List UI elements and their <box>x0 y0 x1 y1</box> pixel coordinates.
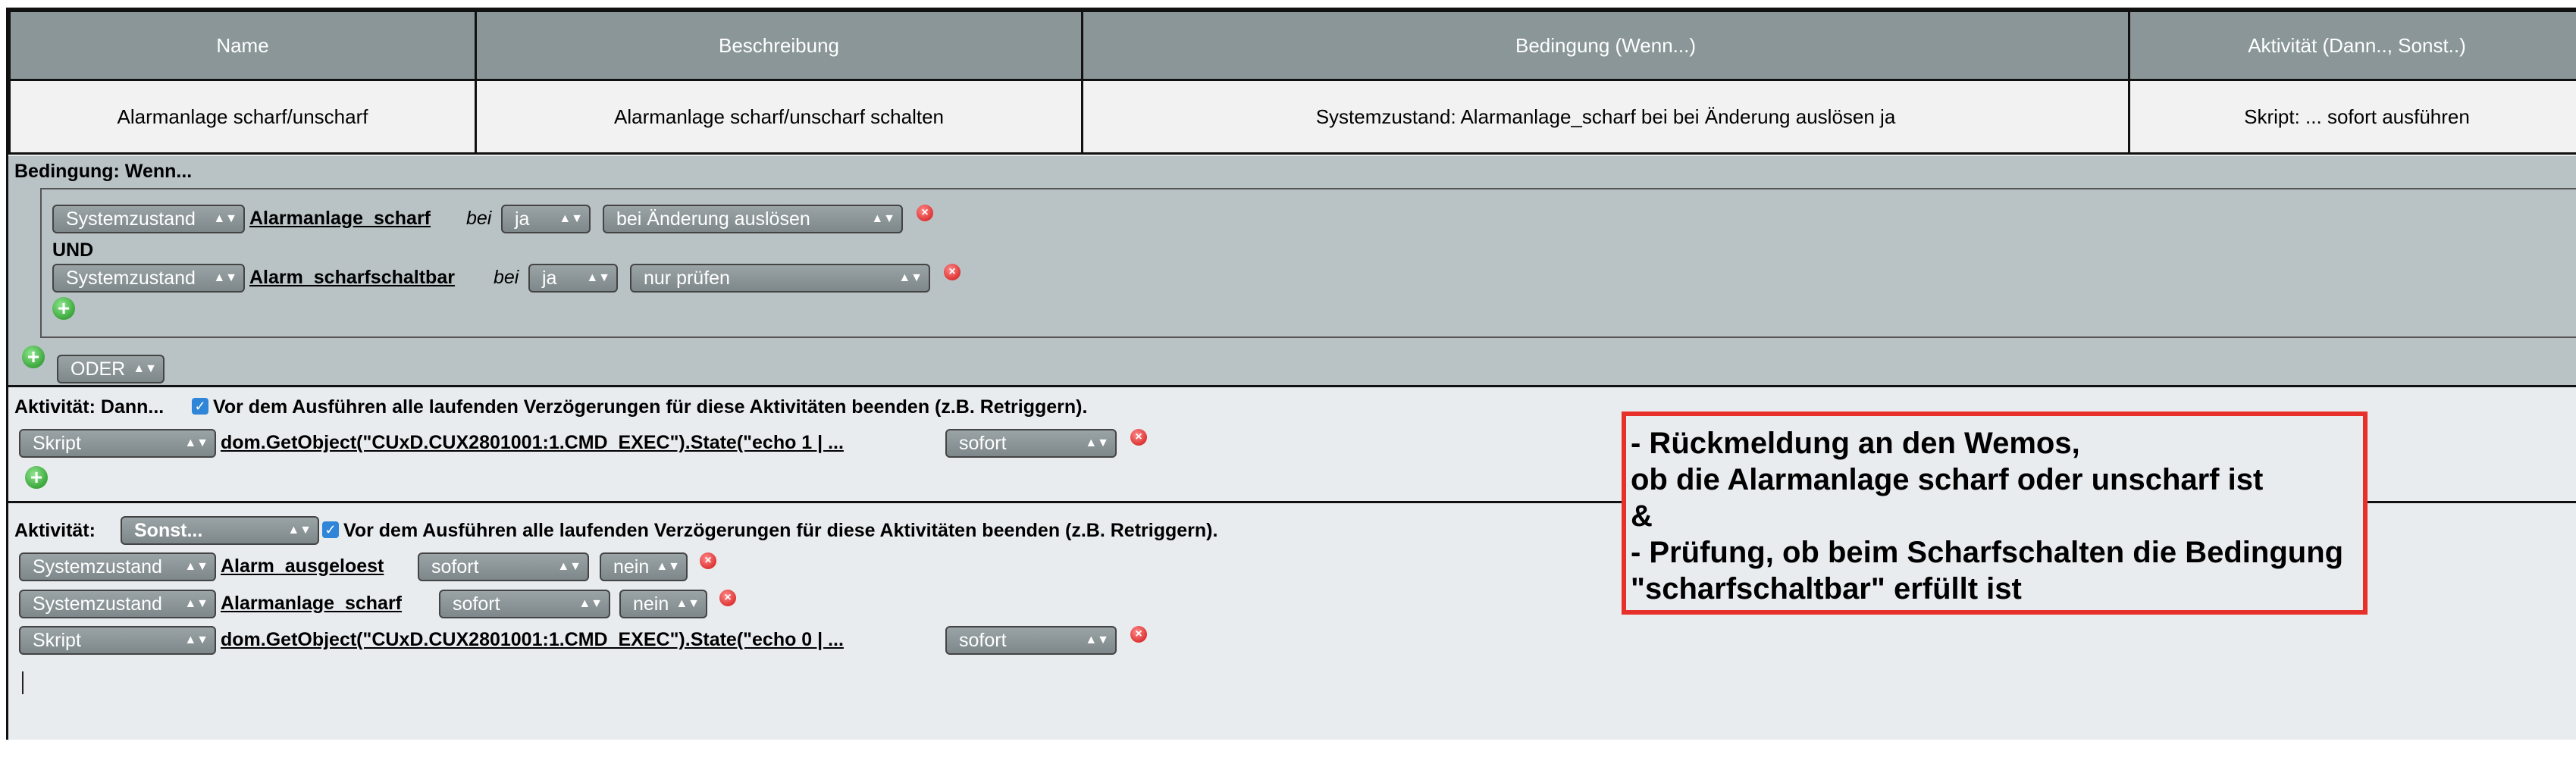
chevron-updown-icon: ▲▼ <box>184 560 208 573</box>
sonst-2-name-link[interactable]: Alarmanlage_scharf <box>221 593 402 615</box>
chevron-updown-icon: ▲▼ <box>586 271 610 284</box>
chevron-updown-icon: ▲▼ <box>184 597 208 610</box>
chevron-updown-icon: ▲▼ <box>1085 437 1109 449</box>
program-editor: Name Beschreibung Bedingung (Wenn...) Ak… <box>6 8 2576 740</box>
cell-activity: Skript: ... sofort ausführen <box>2128 79 2576 155</box>
chevron-updown-icon: ▲▼ <box>898 271 923 284</box>
annotation-box: - Rückmeldung an den Wemos, ob die Alarm… <box>1622 412 2368 615</box>
chevron-updown-icon: ▲▼ <box>184 634 208 646</box>
checkbox-checked-icon[interactable]: ✓ <box>322 521 339 538</box>
condition-section: Bedingung: Wenn... Systemzustand ▲▼ Alarm… <box>8 156 2576 387</box>
cell-name[interactable]: Alarmanlage scharf/unscharf <box>8 79 477 155</box>
header-description: Beschreibung <box>475 10 1083 81</box>
sonst-1-value-select[interactable]: nein ▲▼ <box>600 552 688 581</box>
delete-icon[interactable]: × <box>1130 626 1147 643</box>
chevron-updown-icon: ▲▼ <box>133 362 157 375</box>
dann-1-type-select[interactable]: Skript ▲▼ <box>19 429 216 458</box>
condition-2-name-link[interactable]: Alarm_scharfschaltbar <box>249 267 455 289</box>
sonst-1-type-select[interactable]: Systemzustand ▲▼ <box>19 552 216 581</box>
chevron-updown-icon: ▲▼ <box>184 437 208 449</box>
add-activity-icon[interactable]: + <box>25 466 48 489</box>
cell-condition: Systemzustand: Alarmanlage_scharf bei be… <box>1081 79 2130 155</box>
cell-description[interactable]: Alarmanlage scharf/unscharf schalten <box>475 79 1083 155</box>
oder-select[interactable]: ODER ▲▼ <box>57 355 165 383</box>
program-table: Name Beschreibung Bedingung (Wenn...) Ak… <box>8 10 2576 155</box>
chevron-updown-icon: ▲▼ <box>656 560 680 573</box>
sonst-2-type-select[interactable]: Systemzustand ▲▼ <box>19 590 216 618</box>
sonst-3-type-select[interactable]: Skript ▲▼ <box>19 626 216 655</box>
sonst-1-name-link[interactable]: Alarm_ausgeloest <box>221 555 384 577</box>
condition-1-value-select[interactable]: ja ▲▼ <box>501 205 591 233</box>
und-label: UND <box>52 239 94 261</box>
condition-2-bei-label: bei <box>494 267 519 288</box>
condition-2-type-select[interactable]: Systemzustand ▲▼ <box>52 264 245 293</box>
text-cursor <box>22 671 24 694</box>
annotation-line: & <box>1631 499 1653 533</box>
add-condition-icon[interactable]: + <box>52 297 75 320</box>
sonst-1-timing-select[interactable]: sofort ▲▼ <box>418 552 589 581</box>
chevron-updown-icon: ▲▼ <box>675 597 700 610</box>
sonst-2-value-select[interactable]: nein ▲▼ <box>619 590 707 618</box>
dann-1-timing-select[interactable]: sofort ▲▼ <box>945 429 1117 458</box>
checkbox-checked-icon[interactable]: ✓ <box>192 398 208 415</box>
delete-icon[interactable]: × <box>917 205 933 221</box>
sonst-3-script-link[interactable]: dom.GetObject("CUxD.CUX2801001:1.CMD_EXE… <box>221 629 844 651</box>
delete-icon[interactable]: × <box>719 590 736 606</box>
condition-1-trigger-select[interactable]: bei Änderung auslösen ▲▼ <box>603 205 903 233</box>
chevron-updown-icon: ▲▼ <box>559 212 583 225</box>
dann-checkbox-label: Vor dem Ausführen alle laufenden Verzöge… <box>213 396 1088 418</box>
sonst-checkbox-label: Vor dem Ausführen alle laufenden Verzöge… <box>343 520 1218 541</box>
annotation-line: - Prüfung, ob beim Scharfschalten die Be… <box>1631 536 2344 569</box>
sonst-title: Aktivität: <box>14 520 96 541</box>
condition-2-trigger-select[interactable]: nur prüfen ▲▼ <box>630 264 930 293</box>
annotation-line: "scharfschaltbar" erfüllt ist <box>1631 572 2022 606</box>
table-header-row: Name Beschreibung Bedingung (Wenn...) Ak… <box>8 10 2576 81</box>
annotation-line: - Rückmeldung an den Wemos, <box>1631 427 2080 460</box>
sonst-select[interactable]: Sonst... ▲▼ <box>121 516 319 545</box>
sonst-3-timing-select[interactable]: sofort ▲▼ <box>945 626 1117 655</box>
chevron-updown-icon: ▲▼ <box>557 560 581 573</box>
annotation-line: ob die Alarmanlage scharf oder unscharf … <box>1631 463 2264 496</box>
delete-icon[interactable]: × <box>1130 429 1147 446</box>
header-activity: Aktivität (Dann.., Sonst..) <box>2128 10 2576 81</box>
condition-title: Bedingung: Wenn... <box>14 161 193 182</box>
sonst-2-timing-select[interactable]: sofort ▲▼ <box>439 590 610 618</box>
chevron-updown-icon: ▲▼ <box>871 212 895 225</box>
chevron-updown-icon: ▲▼ <box>213 271 237 284</box>
delete-icon[interactable]: × <box>700 552 716 569</box>
condition-2-value-select[interactable]: ja ▲▼ <box>528 264 618 293</box>
delete-icon[interactable]: × <box>944 264 961 280</box>
dann-title: Aktivität: Dann... <box>14 396 165 418</box>
condition-1-name-link[interactable]: Alarmanlage_scharf <box>249 208 431 230</box>
table-row: Alarmanlage scharf/unscharf Alarmanlage … <box>8 79 2576 155</box>
chevron-updown-icon: ▲▼ <box>1085 634 1109 646</box>
add-or-group-icon[interactable]: + <box>22 346 45 368</box>
header-name: Name <box>8 10 477 81</box>
dann-1-script-link[interactable]: dom.GetObject("CUxD.CUX2801001:1.CMD_EXE… <box>221 432 844 454</box>
condition-1-type-select[interactable]: Systemzustand ▲▼ <box>52 205 245 233</box>
condition-1-bei-label: bei <box>466 208 492 229</box>
chevron-updown-icon: ▲▼ <box>578 597 603 610</box>
chevron-updown-icon: ▲▼ <box>213 212 237 225</box>
chevron-updown-icon: ▲▼ <box>287 524 312 537</box>
header-condition: Bedingung (Wenn...) <box>1081 10 2130 81</box>
